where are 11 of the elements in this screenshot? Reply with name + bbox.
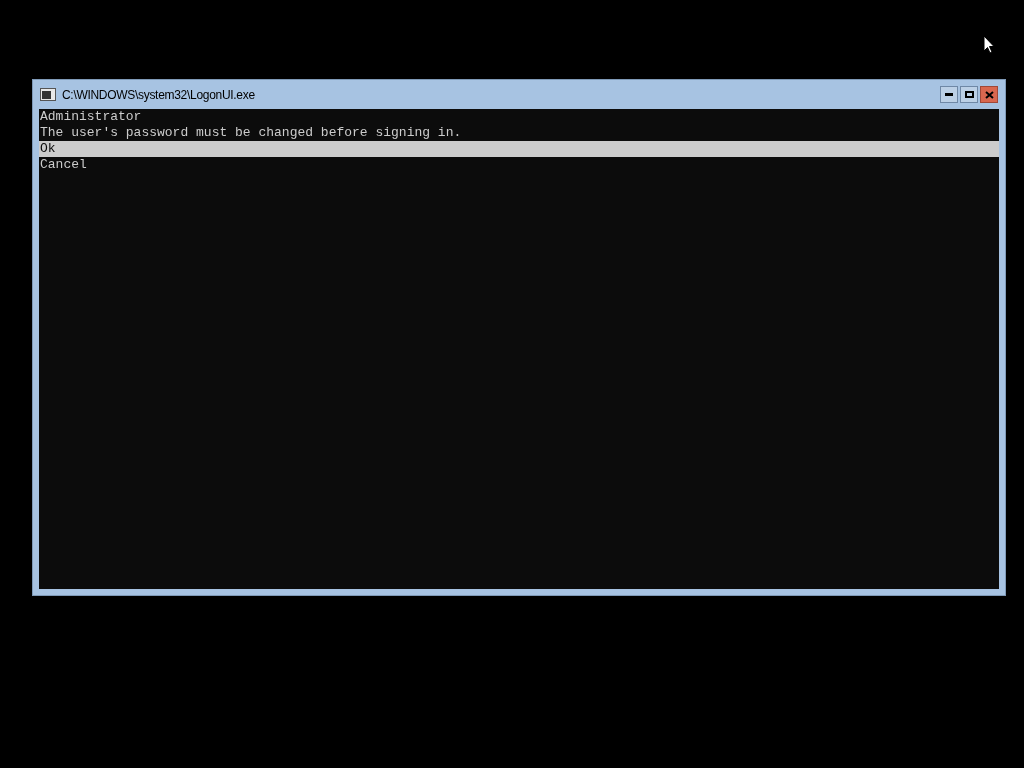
console-text: Administrator bbox=[39, 109, 143, 125]
console-icon bbox=[40, 88, 56, 101]
menu-option[interactable]: Cancel bbox=[39, 157, 999, 173]
maximize-button[interactable] bbox=[960, 86, 978, 103]
console-text: The user's password must be changed before signing in. bbox=[39, 125, 463, 141]
minimize-button[interactable] bbox=[940, 86, 958, 103]
close-icon bbox=[984, 90, 994, 99]
menu-option[interactable]: Ok bbox=[39, 141, 999, 157]
window-title: C:\WINDOWS\system32\LogonUI.exe bbox=[62, 86, 255, 104]
close-button[interactable] bbox=[980, 86, 998, 103]
mouse-pointer-icon bbox=[983, 35, 995, 54]
